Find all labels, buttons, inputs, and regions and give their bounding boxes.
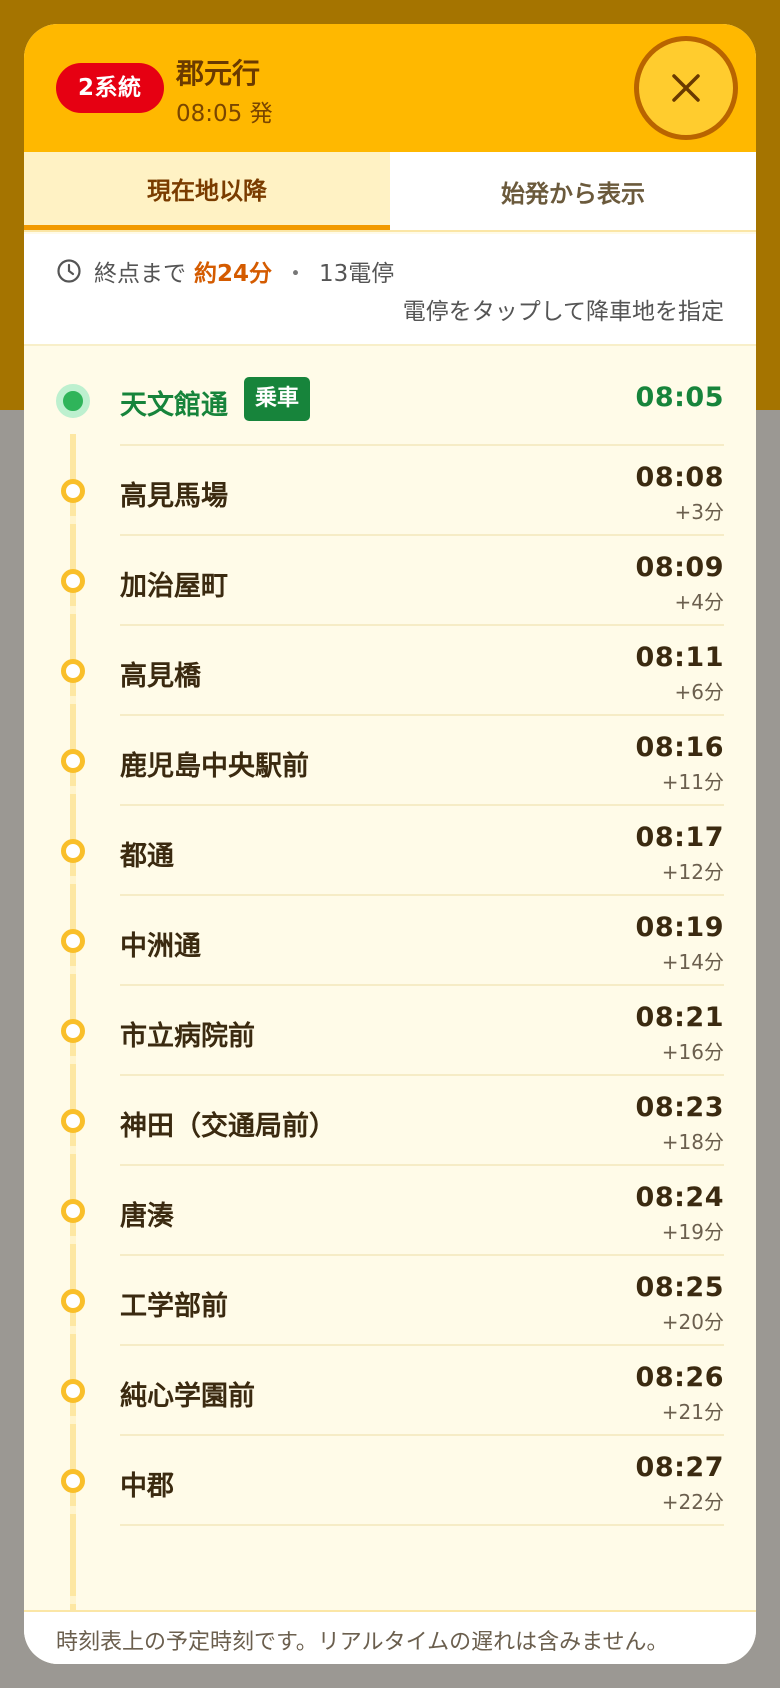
stop-name: 唐湊 xyxy=(120,1201,174,1232)
stop-row[interactable]: 工学部前 08:25 +20分 xyxy=(24,1256,756,1346)
stop-name: 中郡 xyxy=(120,1471,174,1502)
stop-marker-icon xyxy=(61,749,85,773)
stop-time: 08:08 xyxy=(635,462,724,493)
stop-time: 08:11 xyxy=(635,642,724,673)
stop-time-offset: +16分 xyxy=(661,1040,724,1064)
stop-name: 加治屋町 xyxy=(120,571,228,602)
trip-summary: 終点まで 約24分 ・ 13電停 xyxy=(56,254,394,288)
stop-time: 08:23 xyxy=(635,1092,724,1123)
footer: 時刻表上の予定時刻です。リアルタイムの遅れは含みません。 xyxy=(24,1610,756,1664)
stop-time: 08:25 xyxy=(635,1272,724,1303)
stop-row[interactable]: 純心学園前 08:26 +21分 xyxy=(24,1346,756,1436)
stop-row[interactable]: 高見馬場 08:08 +3分 xyxy=(24,446,756,536)
stop-time-offset: +22分 xyxy=(661,1490,724,1514)
tab-from-first[interactable]: 始発から表示 xyxy=(390,152,756,230)
stop-time: 08:09 xyxy=(635,552,724,583)
stop-time: 08:19 xyxy=(635,912,724,943)
view-tabs: 現在地以降 始発から表示 xyxy=(24,152,756,232)
stop-marker-icon xyxy=(61,1379,85,1403)
stop-time: 08:27 xyxy=(635,1452,724,1483)
stop-marker-icon xyxy=(61,839,85,863)
stop-name: 高見橋 xyxy=(120,661,201,692)
stop-time: 08:24 xyxy=(635,1182,724,1213)
trip-duration: 約24分 xyxy=(194,261,273,287)
to-end-label: 終点まで xyxy=(94,261,186,287)
stop-row[interactable]: 神田（交通局前） 08:23 +18分 xyxy=(24,1076,756,1166)
footer-note: 時刻表上の予定時刻です。リアルタイムの遅れは含みません。 xyxy=(56,1630,669,1655)
stop-row[interactable]: 鹿児島中央駅前 08:16 +11分 xyxy=(24,716,756,806)
stop-name: 工学部前 xyxy=(120,1291,228,1322)
stop-marker-icon xyxy=(61,929,85,953)
route-badge: 2系統 xyxy=(56,63,164,113)
stop-name: 高見馬場 xyxy=(120,481,228,512)
stop-marker-icon xyxy=(61,569,85,593)
stop-time-offset: +18分 xyxy=(661,1130,724,1154)
stop-row[interactable]: 中郡 08:27 +22分 xyxy=(24,1436,756,1526)
stop-marker-icon xyxy=(61,1019,85,1043)
stop-time: 08:16 xyxy=(635,732,724,763)
stop-marker-icon xyxy=(61,1109,85,1133)
boarding-stop-marker-icon xyxy=(56,384,90,418)
stop-time: 08:17 xyxy=(635,822,724,853)
stop-row[interactable]: 都通 08:17 +12分 xyxy=(24,806,756,896)
stop-time-offset: +20分 xyxy=(661,1310,724,1334)
stop-marker-icon xyxy=(61,1199,85,1223)
close-button[interactable] xyxy=(634,36,738,140)
stop-time: 08:21 xyxy=(635,1002,724,1033)
stop-name: 天文館通 xyxy=(120,390,228,421)
stop-time-offset: +6分 xyxy=(674,680,724,704)
stop-time-offset: +19分 xyxy=(661,1220,724,1244)
clock-icon xyxy=(57,259,81,283)
boarding-badge: 乗車 xyxy=(244,377,311,421)
tab-from-current[interactable]: 現在地以降 xyxy=(24,152,390,230)
timetable-sheet: 2系統 郡元行 08:05 発 現在地以降 始発から表示 終点まで 約24分 ・… xyxy=(24,24,756,1664)
stop-count: 13電停 xyxy=(319,261,395,287)
stop-row[interactable]: 中洲通 08:19 +14分 xyxy=(24,896,756,986)
stop-name: 神田（交通局前） xyxy=(120,1111,336,1142)
separator: ・ xyxy=(284,261,308,287)
stop-row[interactable]: 市立病院前 08:21 +16分 xyxy=(24,986,756,1076)
stop-row[interactable]: 加治屋町 08:09 +4分 xyxy=(24,536,756,626)
trip-info: 終点まで 約24分 ・ 13電停 電停をタップして降車地を指定 xyxy=(24,234,756,346)
stop-row[interactable]: 高見橋 08:11 +6分 xyxy=(24,626,756,716)
stop-time-offset: +3分 xyxy=(674,500,724,524)
departure-time: 08:05 発 xyxy=(176,101,273,127)
stop-row-boarding[interactable]: 天文館通 乗車 08:05 xyxy=(24,356,756,446)
stop-list: 天文館通 乗車 08:05 高見馬場 08:08 +3分加治屋町 08:09 +4分高見橋 08… xyxy=(24,348,756,1610)
destination-title: 郡元行 xyxy=(176,57,261,90)
close-icon xyxy=(672,74,700,102)
stop-name: 市立病院前 xyxy=(120,1021,255,1052)
stop-time-offset: +21分 xyxy=(661,1400,724,1424)
stop-time-offset: +12分 xyxy=(661,860,724,884)
stop-time: 08:26 xyxy=(635,1362,724,1393)
stop-time: 08:05 xyxy=(635,382,724,413)
stop-name: 純心学園前 xyxy=(120,1381,255,1412)
tap-hint: 電停をタップして降車地を指定 xyxy=(402,299,724,325)
stop-marker-icon xyxy=(61,1469,85,1493)
stop-time-offset: +14分 xyxy=(661,950,724,974)
stop-name: 中洲通 xyxy=(120,931,201,962)
stop-marker-icon xyxy=(61,659,85,683)
stop-time-offset: +11分 xyxy=(661,770,724,794)
stop-row[interactable]: 唐湊 08:24 +19分 xyxy=(24,1166,756,1256)
sheet-header: 2系統 郡元行 08:05 発 xyxy=(24,24,756,152)
row-divider xyxy=(120,1524,724,1526)
stop-name: 鹿児島中央駅前 xyxy=(120,751,309,782)
stop-marker-icon xyxy=(61,1289,85,1313)
stop-marker-icon xyxy=(61,479,85,503)
stop-time-offset: +4分 xyxy=(674,590,724,614)
stop-name: 都通 xyxy=(120,841,174,872)
